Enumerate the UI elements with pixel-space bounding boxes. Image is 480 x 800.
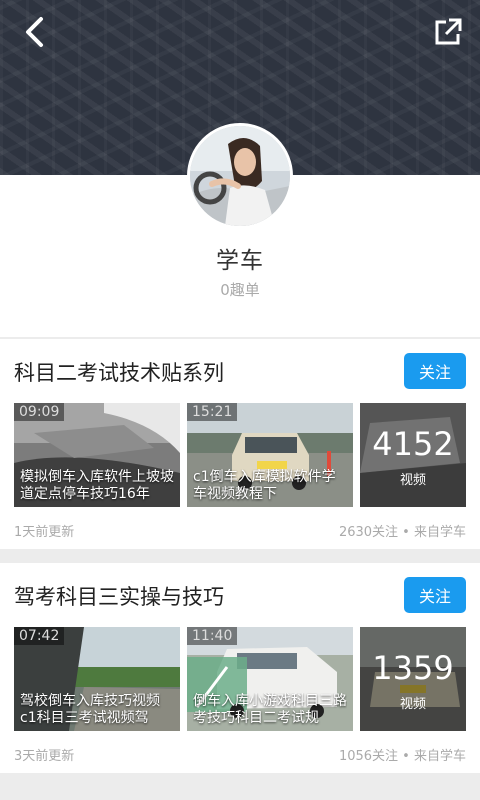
follow-button[interactable]: 关注 <box>404 577 466 613</box>
external-link-icon <box>435 18 462 45</box>
video-thumbnails: 09:09 模拟倒车入库软件上坡坡道定点停车技巧16年 15:21 c1倒车入库… <box>14 403 466 507</box>
collection-card[interactable]: 科目二考试技术贴系列 关注 09:09 模拟倒车入库软件上坡坡道定点停车技巧16… <box>0 339 480 549</box>
video-title: 驾校倒车入库技巧视频c1科目三考试视频驾 <box>20 693 160 726</box>
collection-card[interactable]: 驾考科目三实操与技巧 关注 07:42 驾校倒车入库技巧视频c1科目三考试视频驾 <box>0 563 480 773</box>
video-thumbnails: 07:42 驾校倒车入库技巧视频c1科目三考试视频驾 11:40 倒车入库小游戏… <box>14 627 466 731</box>
video-count: 1359 <box>372 649 454 687</box>
updated-time: 1天前更新 <box>14 525 75 540</box>
profile-subtitle: 0趣单 <box>220 281 260 299</box>
avatar <box>187 123 293 229</box>
video-count: 4152 <box>372 425 454 463</box>
video-duration: 09:09 <box>14 403 65 421</box>
video-count-label: 视频 <box>399 697 426 712</box>
back-button[interactable] <box>14 12 54 52</box>
video-duration: 15:21 <box>187 403 238 421</box>
profile-name: 学车 <box>216 248 264 274</box>
video-title: c1倒车入库模拟软件学车视频教程下 <box>193 469 336 502</box>
updated-time: 3天前更新 <box>14 749 75 764</box>
video-thumbnail[interactable]: 09:09 模拟倒车入库软件上坡坡道定点停车技巧16年 <box>14 403 180 507</box>
video-title: 模拟倒车入库软件上坡坡道定点停车技巧16年 <box>20 469 174 502</box>
video-thumbnail[interactable]: 11:40 倒车入库小游戏科目三路考技巧科目二考试规 <box>187 627 353 731</box>
video-thumbnail[interactable]: 07:42 驾校倒车入库技巧视频c1科目三考试视频驾 <box>14 627 180 731</box>
card-title: 驾考科目三实操与技巧 <box>14 585 224 609</box>
chevron-left-icon <box>26 17 43 47</box>
card-title: 科目二考试技术贴系列 <box>14 361 224 385</box>
video-count-label: 视频 <box>399 473 426 488</box>
video-count-tile[interactable]: 4152 视频 <box>360 403 466 507</box>
video-count-tile[interactable]: 1359 视频 <box>360 627 466 731</box>
video-duration: 11:40 <box>187 627 238 645</box>
follow-meta: 2630关注 • 来自学车 <box>338 525 466 540</box>
share-button[interactable] <box>428 12 468 52</box>
video-title: 倒车入库小游戏科目三路考技巧科目二考试规 <box>193 693 347 726</box>
video-duration: 07:42 <box>14 627 65 645</box>
follow-meta: 1056关注 • 来自学车 <box>338 749 466 764</box>
video-thumbnail[interactable]: 15:21 c1倒车入库模拟软件学车视频教程下 <box>187 403 353 507</box>
follow-button[interactable]: 关注 <box>404 353 466 389</box>
avatar-image <box>190 126 290 226</box>
